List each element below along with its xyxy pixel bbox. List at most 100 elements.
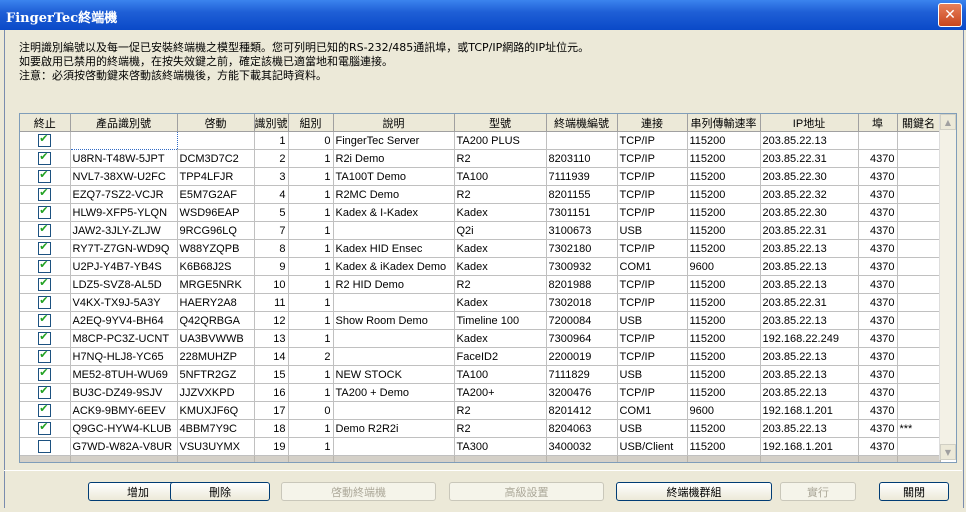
table-row[interactable]: M8CP-PC3Z-UCNTUA3BVWWB131 Kadex7300964TCP… [20,329,941,348]
enabled-checkbox[interactable] [38,294,52,309]
cell-model[interactable]: Kadex [454,329,547,348]
cell-baud[interactable]: 115200 [687,437,761,456]
cell-act[interactable]: 228MUHZP [177,347,255,366]
cell-term[interactable]: 7111939 [546,167,618,186]
enabled-checkbox[interactable] [38,204,52,219]
enabled-checkbox[interactable] [38,348,52,363]
cell-term[interactable]: 3100673 [546,221,618,240]
vertical-scrollbar[interactable]: ▲ ▼ [939,114,956,460]
cell-model[interactable]: R2 [454,185,547,204]
column-header[interactable]: 型號 [454,114,547,132]
table-row[interactable]: Q9GC-HYW4-KLUB4BBM7Y9C181Demo R2R2iR2820… [20,419,941,438]
cell-serial[interactable]: G7WD-W82A-V8UR [70,437,178,456]
cell-desc[interactable]: FingerTec Server [333,131,455,150]
cell-grp[interactable]: 1 [288,329,334,348]
cell-term[interactable]: 7300932 [546,257,618,276]
cell-baud[interactable]: 115200 [687,383,761,402]
cell-grp[interactable]: 1 [288,221,334,240]
cell-serial[interactable]: U8RN-T48W-5JPT [70,149,178,168]
cell-key[interactable] [897,383,941,402]
cell-id[interactable]: 5 [254,203,289,222]
cell-key[interactable] [897,221,941,240]
cell-port[interactable]: 4370 [858,149,898,168]
cell-act[interactable]: E5M7G2AF [177,185,255,204]
enabled-checkbox[interactable] [38,384,52,399]
cell-ip[interactable]: 192.168.1.201 [760,401,859,420]
cell-port[interactable]: 4370 [858,311,898,330]
cell-port[interactable]: 4370 [858,365,898,384]
table-row[interactable]: BU3C-DZ49-9SJVJJZVXKPD161TA200 + DemoTA2… [20,383,941,402]
cell-conn[interactable]: TCP/IP [617,203,688,222]
cell-term[interactable]: 3200476 [546,383,618,402]
table-row[interactable]: EZQ7-7SZ2-VCJRE5M7G2AF41R2MC DemoR282011… [20,185,941,204]
cell-term[interactable]: 7300964 [546,329,618,348]
cell-key[interactable] [897,365,941,384]
cell-key[interactable] [897,311,941,330]
cell-id[interactable]: 10 [254,275,289,294]
cell-baud[interactable]: 115200 [687,419,761,438]
cell-conn[interactable]: TCP/IP [617,383,688,402]
cell-grp[interactable]: 1 [288,437,334,456]
cell-desc[interactable]: Kadex HID Ensec [333,239,455,258]
cell-id[interactable]: 7 [254,221,289,240]
cell-ip[interactable]: 203.85.22.13 [760,131,859,150]
cell-grp[interactable]: 1 [288,311,334,330]
cell-desc[interactable]: Show Room Demo [333,311,455,330]
cell-conn[interactable]: TCP/IP [617,347,688,366]
cell-grp[interactable]: 1 [288,419,334,438]
table-row[interactable]: H7NQ-HLJ8-YC65228MUHZP142 FaceID22200019T… [20,347,941,366]
cell-model[interactable]: Q2i [454,221,547,240]
cell-baud[interactable]: 115200 [687,239,761,258]
cell-id[interactable]: 18 [254,419,289,438]
cell-act[interactable]: MRGE5NRK [177,275,255,294]
new-row-cell[interactable] [177,455,255,462]
cell-serial[interactable]: V4KX-TX9J-5A3Y [70,293,178,312]
column-header[interactable]: 串列傳輸速率 [687,114,761,132]
cell-baud[interactable]: 115200 [687,347,761,366]
cell-port[interactable]: 4370 [858,437,898,456]
table-row[interactable]: ACK9-9BMY-6EEVKMUXJF6Q170 R28201412COM196… [20,401,941,420]
cell-port[interactable]: 4370 [858,329,898,348]
cell-act[interactable]: HAERY2A8 [177,293,255,312]
column-header[interactable]: 連接 [617,114,688,132]
new-row-cell[interactable] [70,455,178,462]
cell-act[interactable]: 9RCG96LQ [177,221,255,240]
cell-id[interactable]: 3 [254,167,289,186]
cell-key[interactable] [897,239,941,258]
cell-model[interactable]: FaceID2 [454,347,547,366]
cell-desc[interactable]: TA200 + Demo [333,383,455,402]
cell-conn[interactable]: TCP/IP [617,167,688,186]
table-row[interactable]: NVL7-38XW-U2FCTPP4LFJR31TA100T DemoTA100… [20,167,941,186]
cell-grp[interactable]: 0 [288,401,334,420]
cell-conn[interactable]: USB [617,365,688,384]
table-row[interactable]: RY7T-Z7GN-WD9QW88YZQPB81Kadex HID EnsecK… [20,239,941,258]
cell-conn[interactable]: USB/Client [617,437,688,456]
cell-baud[interactable]: 115200 [687,149,761,168]
cell-desc[interactable] [333,221,455,240]
cell-port[interactable]: 4370 [858,239,898,258]
new-row-cell[interactable] [20,455,71,462]
cell-model[interactable]: R2 [454,275,547,294]
cell-model[interactable]: TA100 [454,167,547,186]
new-row-cell[interactable] [617,455,688,462]
cell-key[interactable] [897,437,941,456]
cell-act[interactable]: TPP4LFJR [177,167,255,186]
cell-act[interactable]: 4BBM7Y9C [177,419,255,438]
cell-serial[interactable]: BU3C-DZ49-9SJV [70,383,178,402]
cell-baud[interactable]: 115200 [687,329,761,348]
cell-term[interactable] [546,131,618,150]
cell-ip[interactable]: 203.85.22.31 [760,293,859,312]
enabled-checkbox[interactable] [38,402,52,417]
cell-id[interactable]: 2 [254,149,289,168]
cell-baud[interactable]: 115200 [687,275,761,294]
table-row[interactable]: ME52-8TUH-WU695NFTR2GZ151NEW STOCKTA1007… [20,365,941,384]
close-button[interactable]: 關閉 [879,482,949,501]
cell-term[interactable]: 8201988 [546,275,618,294]
cell-key[interactable]: *** [897,419,941,438]
cell-serial[interactable]: HLW9-XFP5-YLQN [70,203,178,222]
cell-desc[interactable] [333,437,455,456]
cell-ip[interactable]: 203.85.22.13 [760,419,859,438]
table-row[interactable]: V4KX-TX9J-5A3YHAERY2A8111Kadex7302018TCP… [20,293,941,312]
cell-baud[interactable]: 115200 [687,221,761,240]
column-header[interactable]: IP地址 [760,114,859,132]
